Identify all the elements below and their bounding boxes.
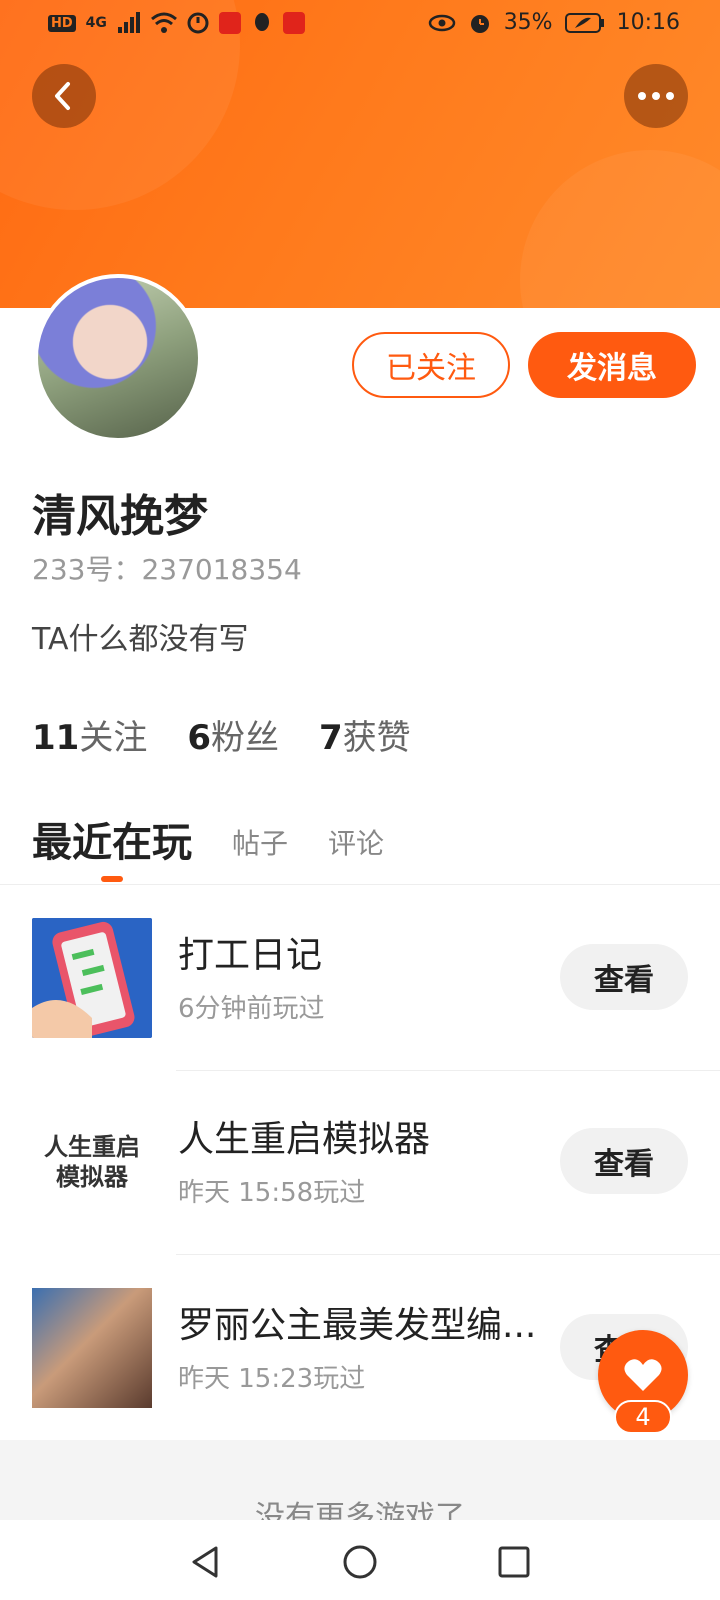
stat-label: 关注: [79, 718, 148, 758]
status-right: 35% 10:16: [428, 10, 680, 35]
battery-icon: [564, 12, 604, 33]
timer-icon: [187, 12, 209, 34]
back-button[interactable]: [32, 64, 96, 128]
battery-percent: 35%: [503, 10, 553, 35]
app-notification-icon: [218, 12, 241, 34]
row-divider: [176, 1254, 720, 1255]
alarm-icon: [470, 14, 489, 33]
game-list-item[interactable]: 打工日记 6分钟前玩过 查看: [0, 918, 720, 1058]
game-last-played: 昨天 15:23玩过: [178, 1364, 366, 1394]
row-divider: [176, 1070, 720, 1071]
game-name: 打工日记: [178, 935, 323, 976]
user-id: 233号：237018354: [32, 553, 302, 586]
username: 清风挽梦: [32, 491, 208, 542]
thumb-logo-text: 人生重启: [44, 1133, 140, 1161]
stat-number: 7: [319, 718, 343, 758]
clock: 10:16: [616, 10, 680, 35]
heart-icon: [624, 1359, 662, 1391]
header-decoration: [520, 150, 720, 308]
view-game-button[interactable]: 查看: [560, 1128, 688, 1194]
tab-posts[interactable]: 帖子: [232, 822, 288, 868]
game-list-item[interactable]: 人生重启 模拟器 人生重启模拟器 昨天 15:58玩过 查看: [0, 1102, 720, 1242]
game-name: 罗丽公主最美发型编...: [178, 1305, 537, 1346]
bank-notification-icon: [282, 12, 305, 34]
network-label: 4G: [85, 15, 107, 31]
eye-icon: [428, 14, 455, 31]
tab-comments[interactable]: 评论: [328, 822, 384, 868]
view-game-button[interactable]: 查看: [560, 944, 688, 1010]
divider: [0, 884, 720, 885]
game-thumbnail-art: [32, 918, 152, 1038]
stat-following[interactable]: 11关注: [32, 710, 147, 759]
qq-icon: [254, 13, 269, 31]
tab-recently-played[interactable]: 最近在玩: [32, 810, 192, 868]
following-button[interactable]: 已关注: [352, 332, 510, 398]
stat-label: 粉丝: [211, 718, 279, 758]
send-message-button[interactable]: 发消息: [528, 332, 696, 398]
wifi-icon: [150, 12, 177, 33]
profile-stats: 11关注 6粉丝 7获赞: [32, 710, 411, 759]
status-left: HD 4G: [48, 12, 305, 34]
list-footer: 没有更多游戏了: [0, 1440, 720, 1520]
tab-indicator: [101, 876, 123, 882]
game-name: 人生重启模拟器: [178, 1119, 431, 1160]
chevron-left-icon: [55, 82, 70, 110]
profile-tabs: 最近在玩 帖子 评论: [32, 810, 384, 868]
more-dots-icon: [638, 92, 674, 100]
no-more-text: 没有更多游戏了: [255, 1500, 465, 1520]
nav-home-icon[interactable]: [340, 1542, 380, 1582]
game-thumbnail: [32, 1288, 152, 1408]
game-thumbnail: 人生重启 模拟器: [32, 1102, 152, 1222]
stat-likes[interactable]: 7获赞: [319, 710, 411, 759]
game-last-played: 6分钟前玩过: [178, 994, 325, 1024]
user-bio: TA什么都没有写: [32, 622, 249, 657]
more-button[interactable]: [624, 64, 688, 128]
stat-label: 获赞: [342, 718, 411, 758]
like-count-badge: 4: [614, 1400, 672, 1434]
stat-fans[interactable]: 6粉丝: [187, 710, 279, 759]
nav-back-icon[interactable]: [186, 1542, 226, 1582]
game-thumbnail: [32, 918, 152, 1038]
thumb-logo-text: 模拟器: [56, 1163, 128, 1191]
stat-number: 6: [187, 718, 211, 758]
hd-icon: HD: [48, 14, 76, 32]
user-avatar[interactable]: [34, 274, 202, 442]
status-bar: HD 4G 35% 10:16: [0, 0, 720, 50]
system-nav-bar: [0, 1520, 720, 1600]
nav-recents-icon[interactable]: [494, 1542, 534, 1582]
profile-header-banner: HD 4G 35% 10:16: [0, 0, 720, 308]
stat-number: 11: [32, 718, 80, 758]
game-last-played: 昨天 15:58玩过: [178, 1178, 366, 1208]
signal-icon: [117, 12, 140, 33]
